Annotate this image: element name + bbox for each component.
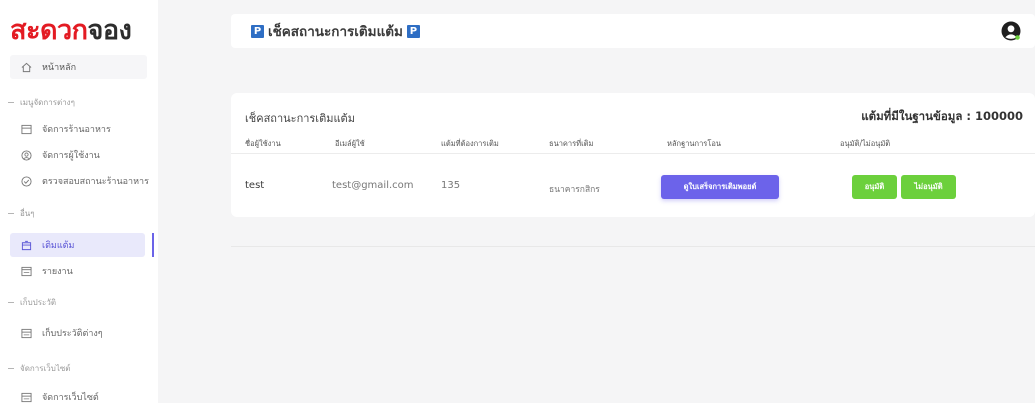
cell-points: 135 bbox=[441, 180, 461, 191]
cell-email: test@gmail.com bbox=[332, 180, 414, 191]
column-header-approval: อนุมัติ/ไม่อนุมัติ bbox=[840, 139, 891, 148]
sidebar-item-home[interactable]: หน้าหลัก bbox=[10, 55, 147, 79]
sidebar-item-label: หน้าหลัก bbox=[42, 63, 77, 73]
parking-icon: P bbox=[251, 24, 264, 38]
column-header-bank: ธนาคารที่เติม bbox=[549, 139, 594, 148]
approve-button[interactable]: อนุมัติ bbox=[852, 175, 897, 199]
sidebar: สะดวกจอง หน้าหลัก เมนูจัดการต่างๆ จัดการ… bbox=[0, 0, 158, 403]
sidebar-section-other: อื่นๆ bbox=[8, 207, 35, 220]
section-label: เก็บประวัติ bbox=[20, 298, 57, 307]
column-header-username: ชื่อผู้ใช้งาน bbox=[245, 139, 281, 148]
check-circle-icon bbox=[20, 175, 32, 187]
cell-bank: ธนาคารกสิกร bbox=[549, 185, 600, 195]
view-slip-button[interactable]: ดูใบเสร็จการเติมพอยต์ bbox=[661, 175, 779, 199]
section-label: อื่นๆ bbox=[20, 209, 35, 218]
sidebar-item-label: ตรวจสอบสถานะร้านอาหาร bbox=[42, 177, 149, 187]
table-icon bbox=[20, 123, 32, 135]
sidebar-item-check-restaurant-status[interactable]: ตรวจสอบสถานะร้านอาหาร bbox=[10, 169, 160, 193]
logo-text-dark: จอง bbox=[87, 15, 132, 46]
card-title: เช็คสถานะการเติมแต้ม bbox=[245, 112, 355, 125]
header-divider bbox=[231, 153, 1035, 154]
user-icon bbox=[20, 149, 32, 161]
sidebar-item-label: จัดการผู้ใช้งาน bbox=[42, 151, 100, 161]
sidebar-item-label: เก็บประวัติต่างๆ bbox=[42, 329, 103, 339]
column-header-email: อีเมล์ผู้ใช้ bbox=[335, 139, 365, 148]
table-icon bbox=[20, 327, 32, 339]
parking-icon: P bbox=[406, 24, 420, 38]
logo-text-red: สะดวก bbox=[10, 15, 88, 46]
cell-username: test bbox=[245, 180, 265, 191]
sidebar-item-label: รายงาน bbox=[42, 267, 73, 277]
page-title-text: เช็คสถานะการเติมแต้ม bbox=[268, 24, 403, 40]
table-icon bbox=[20, 391, 32, 403]
sidebar-item-top-up-points[interactable]: เติมแต้ม bbox=[10, 233, 145, 257]
topbar: P เช็คสถานะการเติมแต้ม P bbox=[231, 14, 1035, 48]
report-icon bbox=[20, 265, 32, 277]
user-avatar-icon bbox=[1001, 21, 1021, 41]
section-label: จัดการเว็บไซต์ bbox=[20, 364, 71, 373]
sidebar-section-menu: เมนูจัดการต่างๆ bbox=[8, 96, 75, 109]
section-label: เมนูจัดการต่างๆ bbox=[20, 98, 75, 107]
sidebar-item-label: จัดการร้านอาหาร bbox=[42, 125, 111, 135]
sidebar-item-history[interactable]: เก็บประวัติต่างๆ bbox=[10, 321, 160, 345]
sidebar-item-report[interactable]: รายงาน bbox=[10, 259, 160, 283]
sidebar-section-website: จัดการเว็บไซต์ bbox=[8, 362, 70, 375]
sidebar-item-manage-website[interactable]: จัดการเว็บไซต์ bbox=[10, 385, 160, 403]
box-icon bbox=[20, 239, 32, 251]
points-status-card: เช็คสถานะการเติมแต้ม แต้มที่มีในฐานข้อมู… bbox=[231, 93, 1035, 217]
sidebar-item-label: เติมแต้ม bbox=[42, 241, 75, 251]
profile-avatar[interactable] bbox=[1001, 21, 1021, 41]
sidebar-item-label: จัดการเว็บไซต์ bbox=[42, 393, 99, 403]
page-title: P เช็คสถานะการเติมแต้ม P bbox=[247, 20, 424, 42]
home-icon bbox=[20, 61, 32, 73]
sidebar-item-manage-restaurant[interactable]: จัดการร้านอาหาร bbox=[10, 117, 160, 141]
column-header-slip: หลักฐานการโอน bbox=[667, 139, 721, 148]
sidebar-item-manage-users[interactable]: จัดการผู้ใช้งาน bbox=[10, 143, 160, 167]
column-header-points: แต้มที่ต้องการเติม bbox=[441, 139, 499, 148]
points-total-label: แต้มที่มีในฐานข้อมูล : 100000 bbox=[861, 109, 1023, 123]
active-indicator bbox=[152, 233, 154, 257]
reject-button[interactable]: ไม่อนุมัติ bbox=[901, 175, 956, 199]
content-divider bbox=[231, 246, 1035, 247]
logo[interactable]: สะดวกจอง bbox=[10, 14, 132, 48]
sidebar-section-history: เก็บประวัติ bbox=[8, 296, 56, 309]
